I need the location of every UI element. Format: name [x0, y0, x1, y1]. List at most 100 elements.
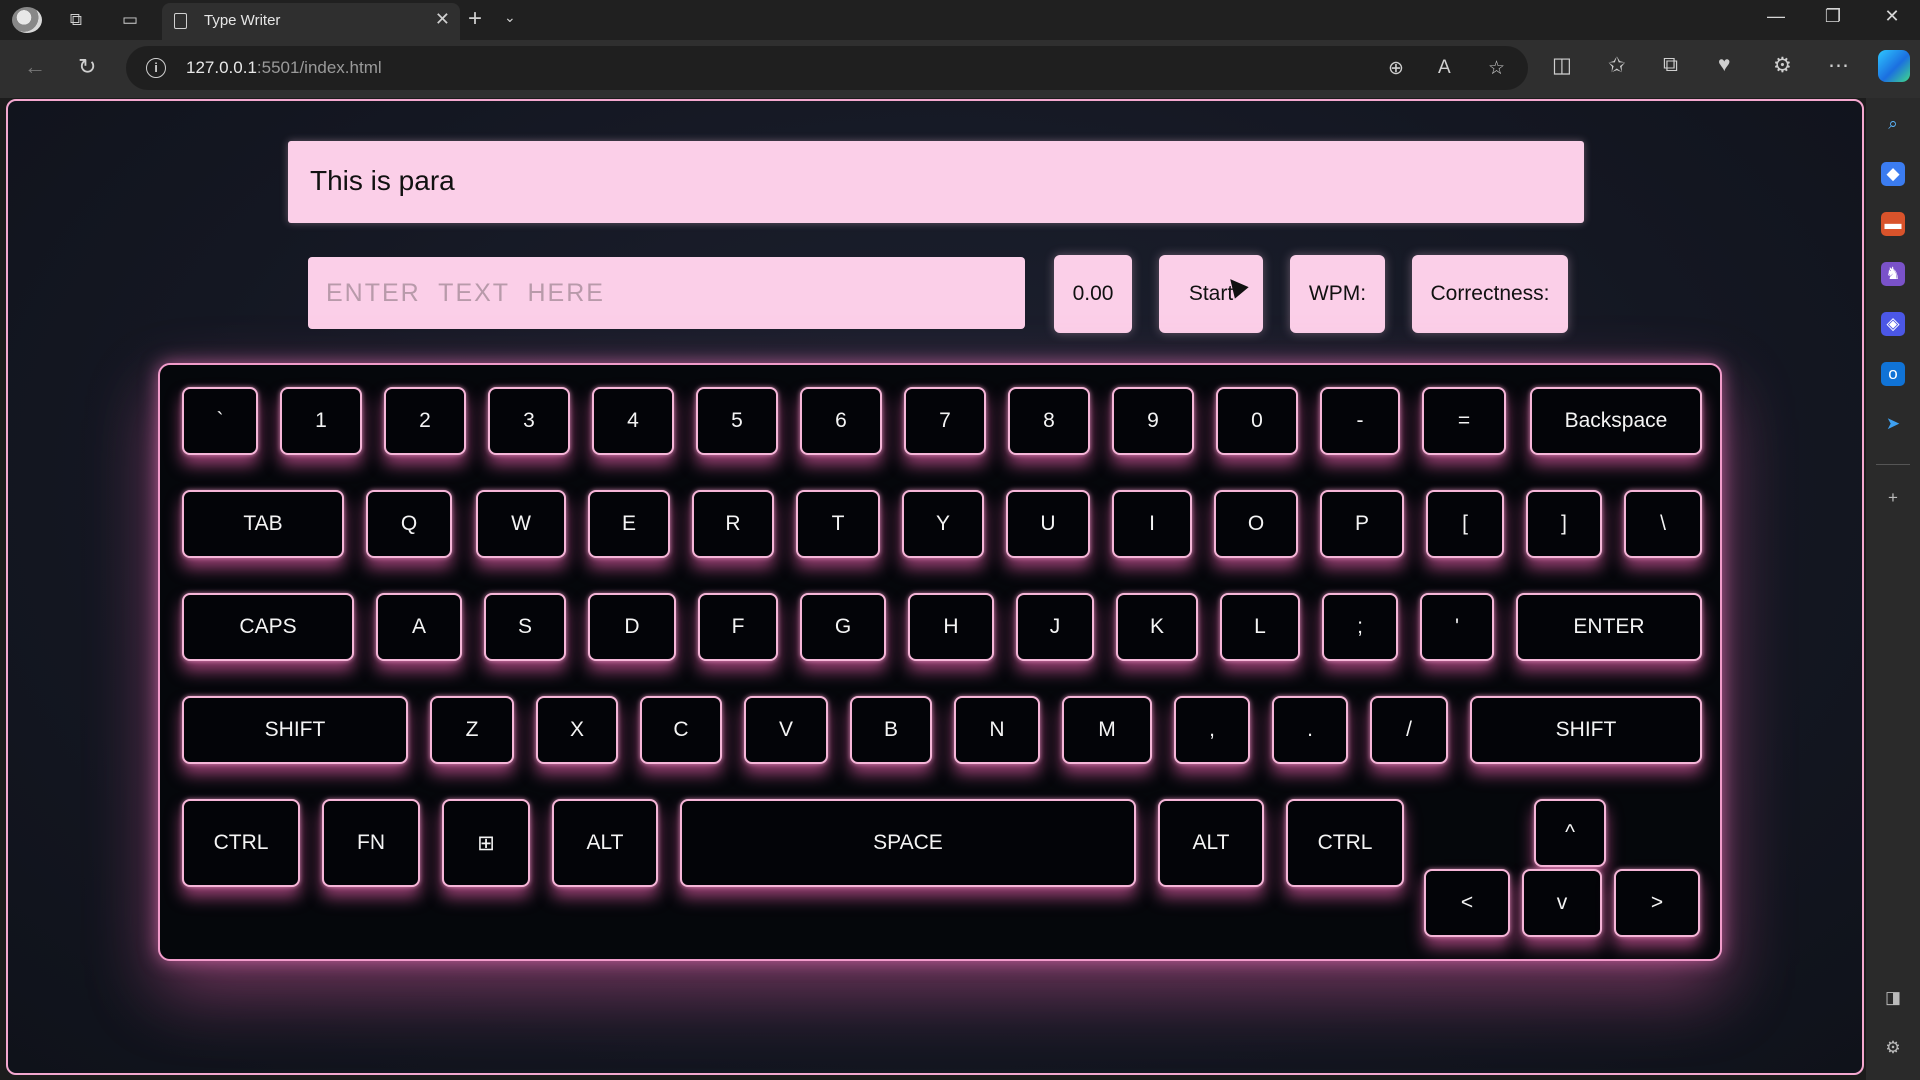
key-t[interactable]: T	[796, 490, 880, 558]
key-arrow-down[interactable]: v	[1522, 869, 1602, 937]
copilot-app-icon[interactable]: ◈	[1881, 312, 1905, 336]
key-period[interactable]: .	[1272, 696, 1348, 764]
back-icon[interactable]: ←	[24, 54, 46, 80]
key-2[interactable]: 2	[384, 387, 466, 455]
zoom-icon[interactable]: ⊕	[1388, 57, 1404, 80]
profile-avatar[interactable]	[12, 7, 42, 33]
key-g[interactable]: G	[800, 593, 886, 661]
key-n[interactable]: N	[954, 696, 1040, 764]
key-shift-left[interactable]: SHIFT	[182, 696, 408, 764]
key-ctrl-right[interactable]: CTRL	[1286, 799, 1404, 887]
favorites-icon[interactable]: ✩	[1608, 53, 1626, 78]
hide-sidebar-icon[interactable]: ◨	[1881, 986, 1905, 1010]
key-d[interactable]: D	[588, 593, 676, 661]
favorite-star-icon[interactable]: ☆	[1488, 57, 1505, 80]
new-tab-icon[interactable]: +	[468, 5, 482, 33]
chevron-down-icon[interactable]: ⌄	[504, 9, 516, 26]
key-space[interactable]: SPACE	[680, 799, 1136, 887]
key-fn[interactable]: FN	[322, 799, 420, 887]
key-l[interactable]: L	[1220, 593, 1300, 661]
key-5[interactable]: 5	[696, 387, 778, 455]
key-b[interactable]: B	[850, 696, 932, 764]
add-icon[interactable]: +	[1881, 486, 1905, 510]
games-icon[interactable]: ♞	[1881, 262, 1905, 286]
key-ctrl-left[interactable]: CTRL	[182, 799, 300, 887]
tab-type-writer[interactable]: Type Writer ✕	[162, 3, 460, 40]
workspaces-icon[interactable]: ⧉	[64, 8, 88, 32]
drop-send-icon[interactable]: ➤	[1881, 412, 1905, 436]
key-r[interactable]: R	[692, 490, 774, 558]
key-1[interactable]: 1	[280, 387, 362, 455]
key-k[interactable]: K	[1116, 593, 1198, 661]
refresh-icon[interactable]: ↻	[78, 54, 96, 80]
key-9[interactable]: 9	[1112, 387, 1194, 455]
key-arrow-left[interactable]: <	[1424, 869, 1510, 937]
key-8[interactable]: 8	[1008, 387, 1090, 455]
key-semicolon[interactable]: ;	[1322, 593, 1398, 661]
close-window-icon[interactable]: ✕	[1872, 6, 1912, 27]
key-f[interactable]: F	[698, 593, 778, 661]
key-c[interactable]: C	[640, 696, 722, 764]
key-close-bracket[interactable]: ]	[1526, 490, 1602, 558]
outlook-icon[interactable]: o	[1881, 362, 1905, 386]
key-backtick[interactable]: `	[182, 387, 258, 455]
key-z[interactable]: Z	[430, 696, 514, 764]
typing-input[interactable]	[308, 257, 1025, 329]
key-enter[interactable]: ENTER	[1516, 593, 1702, 661]
more-options-icon[interactable]: ⋯	[1828, 53, 1849, 78]
key-v[interactable]: V	[744, 696, 828, 764]
split-screen-icon[interactable]: ◫	[1552, 53, 1572, 78]
key-j[interactable]: J	[1016, 593, 1094, 661]
tab-actions-icon[interactable]: ▭	[118, 8, 142, 32]
key-backslash[interactable]: \	[1624, 490, 1702, 558]
key-6[interactable]: 6	[800, 387, 882, 455]
key-shift-right[interactable]: SHIFT	[1470, 696, 1702, 764]
key-equals[interactable]: =	[1422, 387, 1506, 455]
key-arrow-right[interactable]: >	[1614, 869, 1700, 937]
key-arrow-up[interactable]: ^	[1534, 799, 1606, 867]
key-open-bracket[interactable]: [	[1426, 490, 1504, 558]
start-button[interactable]: Start	[1159, 255, 1263, 333]
tools-briefcase-icon[interactable]: ▬	[1881, 212, 1905, 236]
search-icon[interactable]: ⌕	[1881, 112, 1905, 136]
close-tab-icon[interactable]: ✕	[435, 9, 450, 30]
key-comma[interactable]: ,	[1174, 696, 1250, 764]
minimize-icon[interactable]: —	[1756, 6, 1796, 27]
key-p[interactable]: P	[1320, 490, 1404, 558]
key-4[interactable]: 4	[592, 387, 674, 455]
copilot-icon[interactable]	[1878, 50, 1910, 82]
browser-essentials-icon[interactable]: ♥	[1718, 53, 1730, 77]
url-text[interactable]: 127.0.0.1:5501/index.html	[186, 58, 382, 78]
key-tab[interactable]: TAB	[182, 490, 344, 558]
key-s[interactable]: S	[484, 593, 566, 661]
key-e[interactable]: E	[588, 490, 670, 558]
info-icon[interactable]: i	[146, 58, 166, 78]
key-0[interactable]: 0	[1216, 387, 1298, 455]
key-slash[interactable]: /	[1370, 696, 1448, 764]
key-7[interactable]: 7	[904, 387, 986, 455]
extensions-icon[interactable]: ⚙	[1773, 53, 1792, 78]
shopping-tag-icon[interactable]: ◆	[1881, 162, 1905, 186]
key-backspace[interactable]: Backspace	[1530, 387, 1702, 455]
key-h[interactable]: H	[908, 593, 994, 661]
key-q[interactable]: Q	[366, 490, 452, 558]
key-y[interactable]: Y	[902, 490, 984, 558]
key-3[interactable]: 3	[488, 387, 570, 455]
key-a[interactable]: A	[376, 593, 462, 661]
key-x[interactable]: X	[536, 696, 618, 764]
restore-icon[interactable]: ❐	[1813, 6, 1853, 27]
key-caps[interactable]: CAPS	[182, 593, 354, 661]
read-aloud-icon[interactable]: A	[1438, 57, 1451, 79]
settings-gear-icon[interactable]: ⚙	[1881, 1036, 1905, 1060]
collections-icon[interactable]: ⧉	[1663, 53, 1678, 77]
key-u[interactable]: U	[1006, 490, 1090, 558]
key-w[interactable]: W	[476, 490, 566, 558]
key-o[interactable]: O	[1214, 490, 1298, 558]
key-alt-right[interactable]: ALT	[1158, 799, 1264, 887]
key-minus[interactable]: -	[1320, 387, 1400, 455]
key-alt-left[interactable]: ALT	[552, 799, 658, 887]
key-m[interactable]: M	[1062, 696, 1152, 764]
key-quote[interactable]: '	[1420, 593, 1494, 661]
address-bar[interactable]: i 127.0.0.1:5501/index.html ⊕ A ☆	[126, 46, 1528, 90]
key-i[interactable]: I	[1112, 490, 1192, 558]
